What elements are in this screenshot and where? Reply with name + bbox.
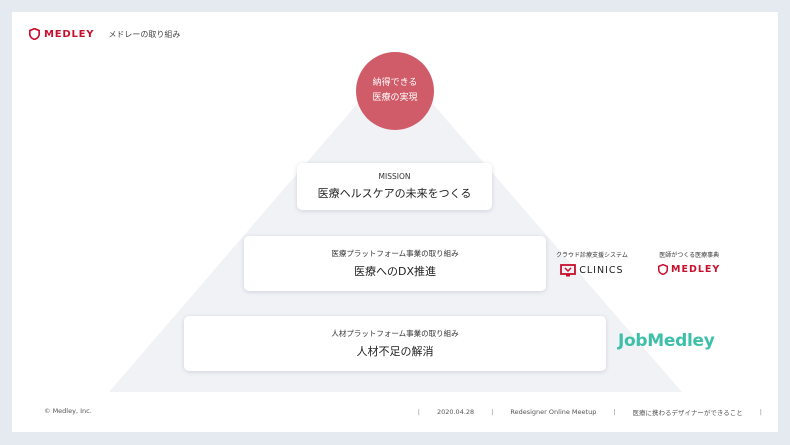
medley-service-logo-text: MEDLEY — [671, 264, 721, 275]
clinics-logo: CLINICS — [560, 264, 623, 277]
hr-card: 人材プラットフォーム事業の取り組み 人材不足の解消 — [184, 316, 606, 371]
apex-text-line2: 医療の実現 — [372, 93, 418, 103]
footer-separator: | — [759, 408, 762, 416]
footer-event: Redesigner Online Meetup — [510, 408, 597, 416]
footer-separator: | — [491, 408, 494, 416]
footer-separator: | — [417, 408, 420, 416]
medley-service-label: 医師がつくる医療事典 — [659, 252, 720, 259]
clinics-logo-text: CLINICS — [579, 265, 624, 276]
medley-small-shield-icon — [658, 264, 668, 275]
hr-card-text: 人材不足の解消 — [356, 345, 434, 358]
footer-talk: 医療に携わるデザイナーができること — [632, 409, 743, 417]
medley-logo: MEDLEY — [29, 28, 94, 40]
brand-name: MEDLEY — [44, 28, 95, 40]
clinics-label: クラウド診療支援システム — [556, 252, 628, 259]
slide-header: MEDLEY メドレーの取り組み — [29, 28, 180, 40]
apex-text-line1: 納得できる — [372, 78, 418, 88]
mission-card: MISSION 医療ヘルスケアの未来をつくる — [297, 163, 492, 210]
hr-card-label: 人材プラットフォーム事業の取り組み — [331, 329, 459, 338]
medley-service-logo: MEDLEY — [658, 264, 720, 275]
mission-card-label: MISSION — [378, 172, 411, 181]
platform-card-text: 医療へのDX推進 — [353, 265, 436, 278]
footer-copyright: © Medley, Inc. — [44, 407, 92, 415]
jobmedley-logo: JobMedley — [618, 331, 715, 351]
clinics-icon — [560, 264, 577, 277]
clinics-service: クラウド診療支援システム CLINICS — [556, 250, 628, 277]
medley-service: 医師がつくる医療事典 MEDLEY — [658, 250, 720, 275]
platform-card-label: 医療プラットフォーム事業の取り組み — [331, 249, 459, 258]
footer-separator: | — [613, 408, 616, 416]
footer-date: 2020.04.28 — [436, 408, 475, 416]
slide: MEDLEY メドレーの取り組み 納得できる 医療の実現 MISSION 医療ヘ… — [12, 12, 778, 432]
pyramid-apex-circle: 納得できる 医療の実現 — [356, 52, 434, 130]
medley-shield-icon — [29, 28, 40, 40]
page-title: メドレーの取り組み — [108, 29, 181, 39]
mission-card-text: 医療ヘルスケアの未来をつくる — [317, 187, 472, 200]
platform-card: 医療プラットフォーム事業の取り組み 医療へのDX推進 — [244, 236, 546, 291]
footer-meta: | 2020.04.28 | Redesigner Online Meetup … — [401, 407, 762, 417]
